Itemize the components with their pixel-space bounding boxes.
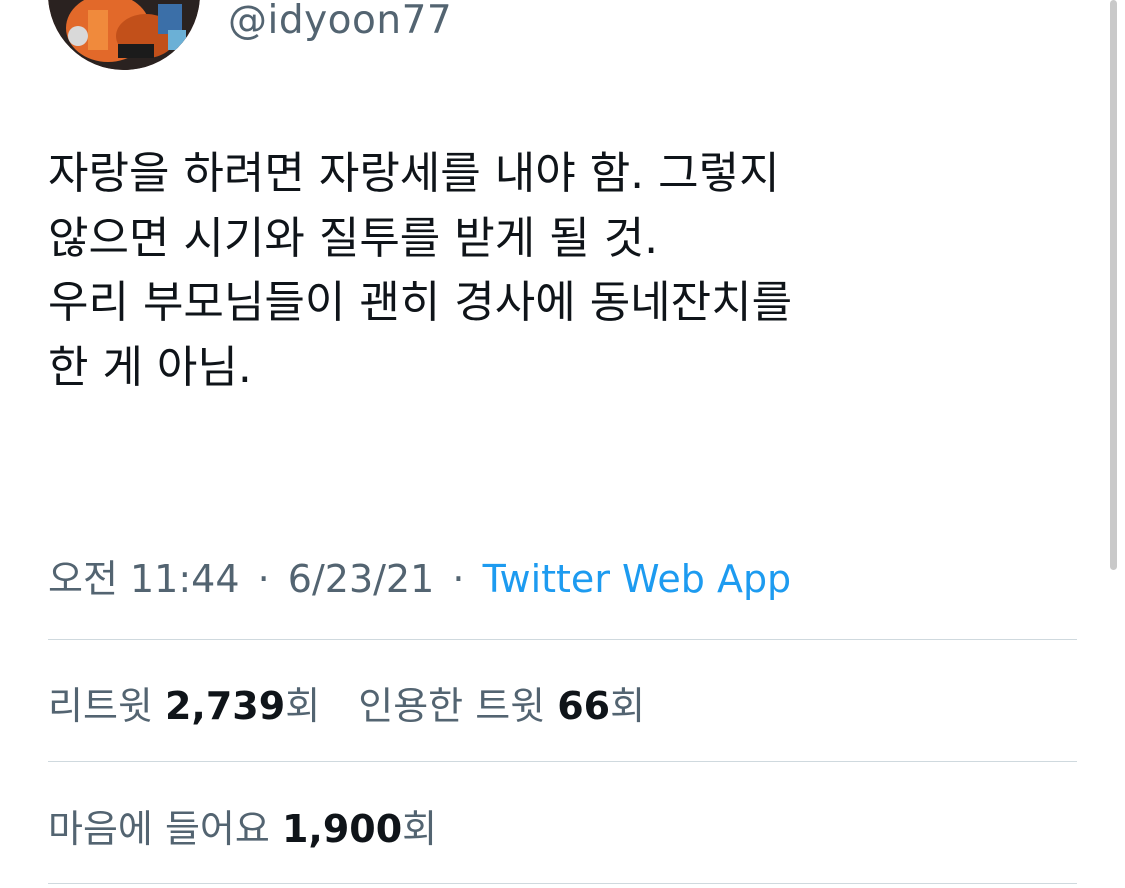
scrollbar[interactable]	[1110, 0, 1117, 570]
tweet-text-line: 자랑을 하려면 자랑세를 내야 함. 그렇지	[48, 148, 780, 199]
tweet-source-link[interactable]: Twitter Web App	[483, 557, 792, 601]
likes-stat[interactable]: 마음에 들어요 1,900회	[48, 807, 437, 851]
tweet-time[interactable]: 오전 11:44	[48, 557, 240, 601]
retweets-count: 2,739	[164, 684, 286, 728]
retweets-unit: 회	[285, 684, 321, 728]
tweet-text-line: 한 게 아님.	[48, 341, 252, 393]
likes-label: 마음에 들어요	[48, 807, 270, 851]
quotes-label: 인용한 트윗	[358, 684, 546, 728]
tweet-date[interactable]: 6/23/21	[288, 557, 435, 601]
retweets-label: 리트윗	[48, 684, 153, 728]
meta-separator: ·	[257, 557, 270, 601]
engagement-stats-row: 리트윗 2,739회 인용한 트윗 66회	[48, 675, 671, 730]
retweets-stat[interactable]: 리트윗 2,739회	[48, 684, 320, 728]
author-handle[interactable]: @idyoon77	[228, 0, 452, 43]
likes-count: 1,900	[281, 807, 403, 851]
divider	[48, 883, 1077, 884]
tweet-metadata: 오전 11:44 · 6/23/21 · Twitter Web App	[48, 548, 791, 603]
tweet-detail-page: @idyoon77 자랑을 하려면 자랑세를 내야 함. 그렇지 않으면 시기와…	[0, 0, 1125, 888]
quotes-unit: 회	[610, 684, 646, 728]
divider	[48, 639, 1077, 640]
tweet-text-line: 않으면 시기와 질투를 받게 될 것.	[48, 212, 659, 264]
avatar[interactable]	[48, 0, 200, 70]
meta-separator: ·	[452, 557, 465, 601]
tweet-text: 자랑을 하려면 자랑세를 내야 함. 그렇지 않으면 시기와 질투를 받게 될 …	[48, 142, 1068, 400]
likes-stats-row: 마음에 들어요 1,900회	[48, 798, 463, 853]
likes-unit: 회	[402, 807, 438, 851]
quotes-stat[interactable]: 인용한 트윗 66회	[358, 684, 645, 728]
tweet-text-line: 우리 부모님들이 괜히 경사에 동네잔치를	[48, 277, 793, 329]
divider	[48, 761, 1077, 762]
quotes-count: 66	[557, 684, 611, 728]
avatar-image	[48, 0, 200, 70]
